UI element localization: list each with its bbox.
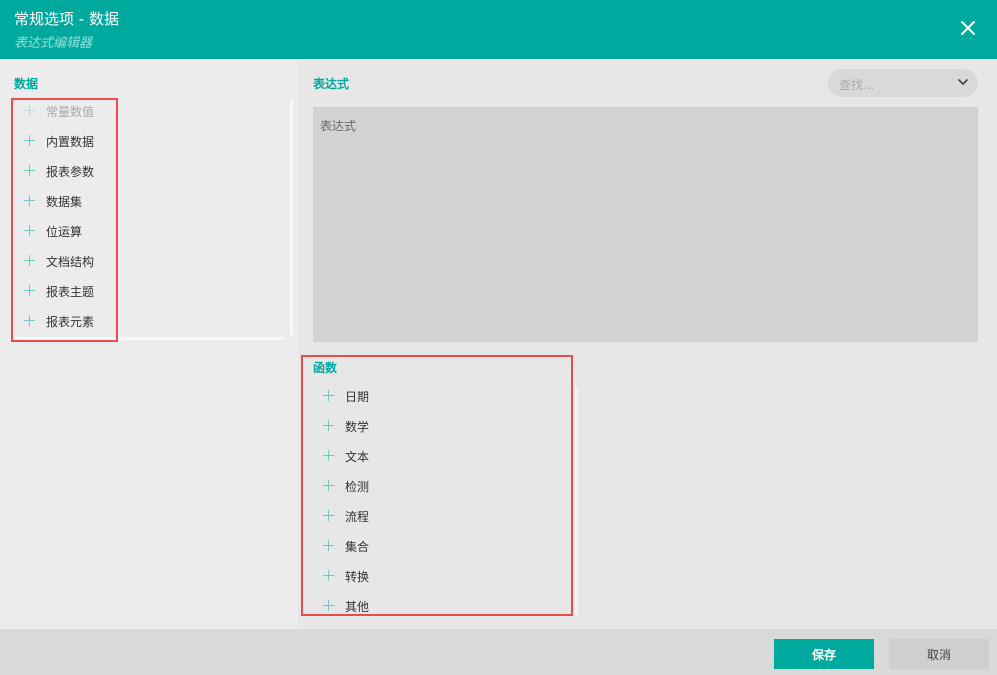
chevron-down-icon bbox=[958, 79, 968, 86]
dialog-header: 常规选项 - 数据 表达式编辑器 bbox=[0, 0, 997, 59]
dialog-footer: 保存 取消 bbox=[0, 629, 997, 675]
highlight-box-data bbox=[11, 98, 118, 342]
highlight-box-functions bbox=[301, 355, 573, 616]
vertical-scrollbar[interactable] bbox=[290, 99, 293, 335]
save-button[interactable]: 保存 bbox=[774, 639, 874, 669]
data-section-label: 数据 bbox=[14, 77, 39, 91]
search-dropdown[interactable]: 查找... bbox=[828, 69, 978, 97]
expression-section-label: 表达式 bbox=[313, 77, 350, 91]
cancel-button[interactable]: 取消 bbox=[889, 639, 989, 669]
dialog-subtitle: 表达式编辑器 bbox=[14, 36, 93, 51]
search-placeholder: 查找... bbox=[839, 78, 875, 92]
close-icon[interactable] bbox=[959, 19, 977, 37]
expression-input[interactable] bbox=[313, 107, 978, 342]
vertical-scrollbar[interactable] bbox=[575, 387, 578, 617]
dialog-title: 常规选项 - 数据 bbox=[14, 10, 119, 28]
